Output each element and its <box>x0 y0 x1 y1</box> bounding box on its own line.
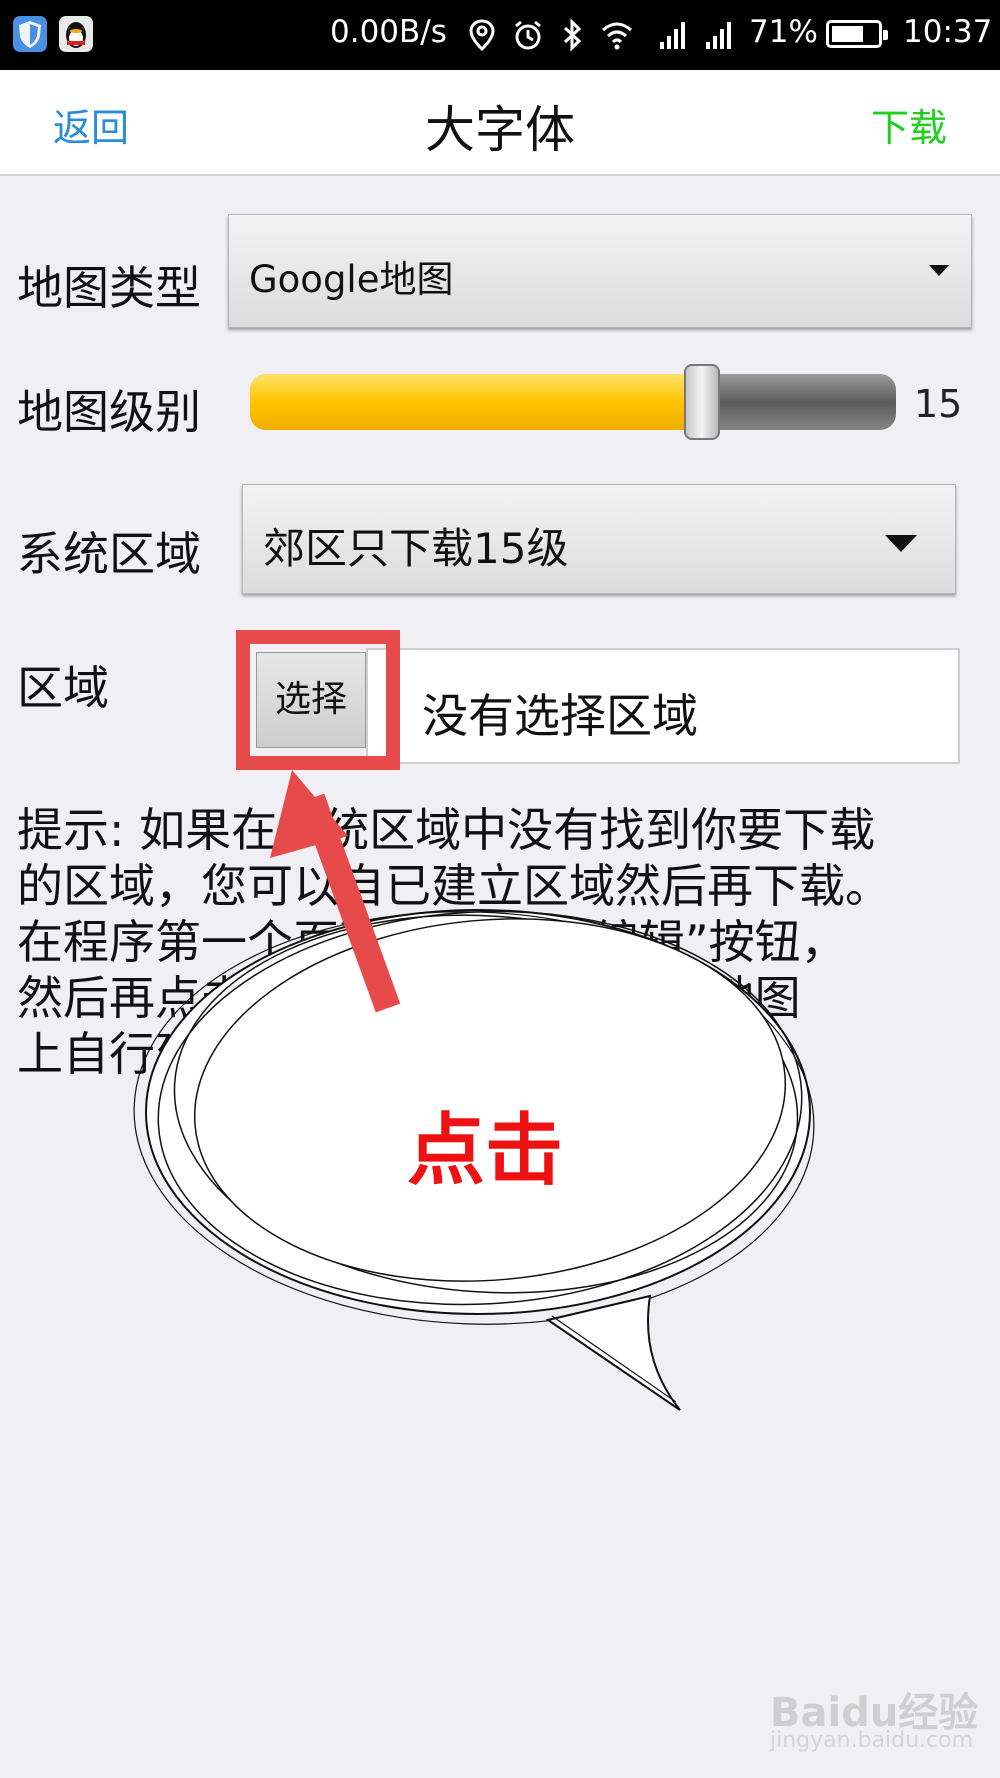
hint-line: 的区域，您可以自已建立区域然后再下载。 <box>17 859 891 913</box>
region-label: 区域 <box>17 661 109 715</box>
wifi-icon <box>602 22 632 50</box>
page-title: 大字体 <box>425 101 575 159</box>
map-level-slider[interactable] <box>250 364 896 440</box>
battery-level-fill <box>832 26 863 42</box>
region-display-field: 没有选择区域 <box>366 648 960 764</box>
signal-strength-2-icon <box>706 22 731 49</box>
status-bar: 0.00B/s 71% 10:37 <box>0 0 1000 70</box>
hint-line: 上自行建立区域。 <box>17 1027 385 1081</box>
battery-icon <box>826 20 888 48</box>
download-button[interactable]: 下载 <box>871 97 947 152</box>
map-type-label: 地图类型 <box>17 261 201 315</box>
qq-penguin-icon <box>59 16 93 52</box>
system-region-label: 系统区域 <box>17 527 201 581</box>
map-type-dropdown[interactable]: Google地图 <box>228 214 972 328</box>
annotation-bubble-text: 点击 <box>406 1106 563 1196</box>
alarm-clock-icon <box>515 20 541 50</box>
signal-strength-icon <box>660 22 685 49</box>
security-shield-icon <box>13 16 47 52</box>
hint-line: 然后再点击“新建区域”，就可以在地图 <box>17 971 801 1025</box>
battery-percent: 71% <box>749 14 818 50</box>
map-level-label: 地图级别 <box>17 385 201 439</box>
system-region-dropdown[interactable]: 郊区只下载15级 <box>242 484 956 594</box>
map-type-value: Google地图 <box>249 258 454 301</box>
hint-text: 提示: 如果在系统区域中没有找到你要下载 的区域，您可以自已建立区域然后再下载。… <box>17 802 977 1082</box>
bluetooth-icon <box>563 18 582 52</box>
system-region-value: 郊区只下载15级 <box>263 524 569 573</box>
location-pin-icon <box>469 19 495 52</box>
annotation-highlight-box <box>236 630 400 770</box>
map-level-slider-handle[interactable] <box>684 364 720 440</box>
map-level-slider-fill <box>250 374 702 430</box>
chevron-down-icon <box>885 535 917 552</box>
clock-time: 10:37 <box>903 14 993 50</box>
map-level-value: 15 <box>914 382 963 426</box>
hint-line: 提示: 如果在系统区域中没有找到你要下载 <box>17 803 876 857</box>
baidu-watermark-url: jingyan.baidu.com <box>770 1728 974 1753</box>
region-value: 没有选择区域 <box>422 689 698 743</box>
network-speed: 0.00B/s <box>330 14 447 50</box>
navigation-bar: 返回 大字体 下载 <box>0 70 1000 176</box>
chevron-down-icon <box>929 265 949 276</box>
hint-line: 在程序第一个页面右上方的“编辑”按钮， <box>17 915 847 969</box>
